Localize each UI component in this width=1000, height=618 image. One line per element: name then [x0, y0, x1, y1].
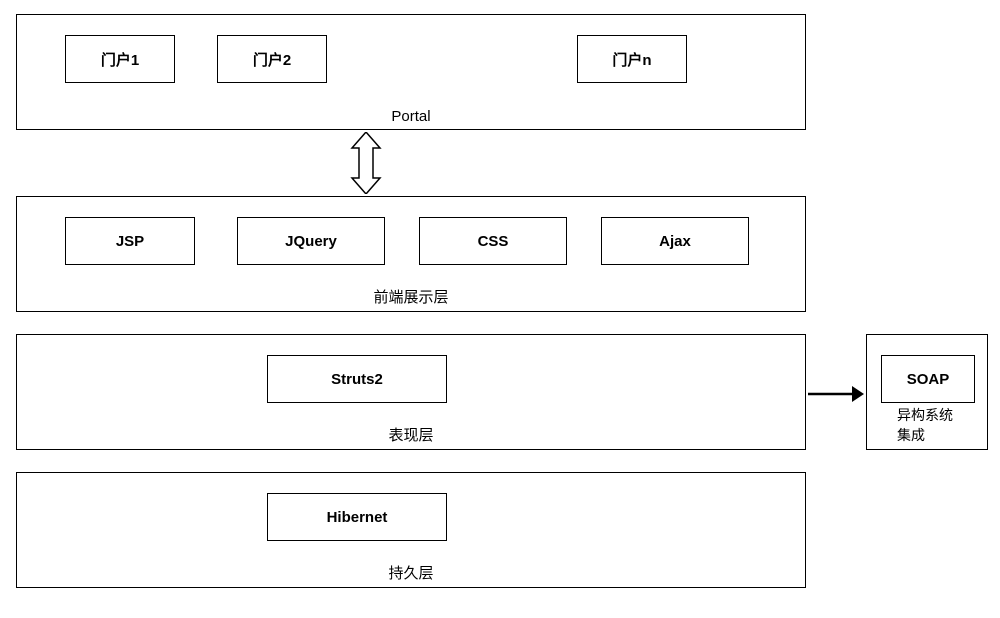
portal-box-2-label: 门户2 — [253, 49, 291, 70]
persistence-layer-label: 持久层 — [388, 562, 433, 583]
persistence-box-hibernet: Hibernet — [267, 493, 447, 541]
presentation-layer-label: 表现层 — [388, 424, 433, 445]
frontend-box-ajax-label: Ajax — [659, 233, 691, 250]
frontend-layer-label: 前端展示层 — [373, 286, 448, 307]
frontend-layer: JSP JQuery CSS Ajax 前端展示层 — [16, 196, 806, 312]
portal-layer-label: Portal — [391, 108, 430, 125]
portal-box-1: 门户1 — [65, 35, 175, 83]
portal-box-1-label: 门户1 — [101, 49, 139, 70]
bidirectional-arrow-icon — [346, 132, 386, 194]
presentation-box-struts2: Struts2 — [267, 355, 447, 403]
frontend-box-jquery-label: JQuery — [285, 233, 337, 250]
frontend-box-css: CSS — [419, 217, 567, 265]
integration-box-soap: SOAP — [881, 355, 975, 403]
frontend-box-jquery: JQuery — [237, 217, 385, 265]
portal-box-n-label: 门户n — [612, 49, 651, 70]
frontend-box-jsp-label: JSP — [116, 233, 144, 250]
integration-box-soap-label: SOAP — [907, 371, 950, 388]
portal-layer: 门户1 门户2 门户n Portal — [16, 14, 806, 130]
frontend-box-ajax: Ajax — [601, 217, 749, 265]
persistence-box-hibernet-label: Hibernet — [327, 509, 388, 526]
presentation-layer: Struts2 表现层 — [16, 334, 806, 450]
right-arrow-icon — [808, 384, 864, 404]
integration-layer: SOAP 异构系统集成 — [866, 334, 988, 450]
integration-layer-label: 异构系统集成 — [897, 405, 957, 445]
portal-box-n: 门户n — [577, 35, 687, 83]
frontend-box-css-label: CSS — [478, 233, 509, 250]
portal-box-2: 门户2 — [217, 35, 327, 83]
frontend-box-jsp: JSP — [65, 217, 195, 265]
presentation-box-struts2-label: Struts2 — [331, 371, 383, 388]
persistence-layer: Hibernet 持久层 — [16, 472, 806, 588]
